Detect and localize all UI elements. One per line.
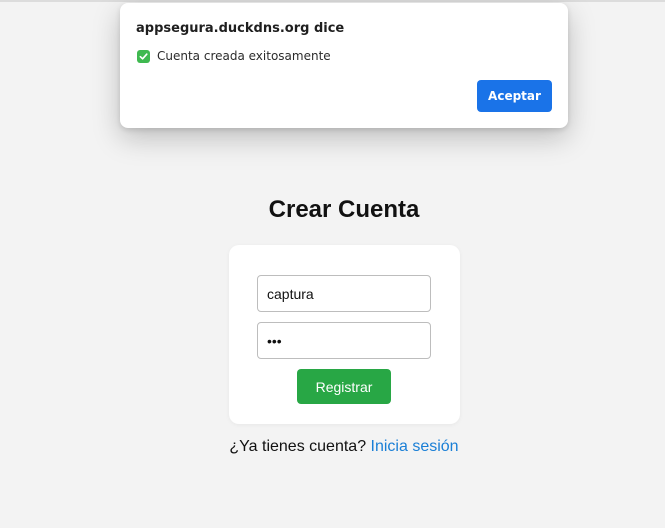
login-link[interactable]: Inicia sesión: [371, 438, 459, 455]
alert-dialog: appsegura.duckdns.org dice Cuenta creada…: [120, 3, 568, 128]
login-prompt: ¿Ya tienes cuenta? Inicia sesión: [0, 438, 665, 456]
register-card: Registrar: [229, 245, 460, 424]
window-top-border: [0, 0, 665, 2]
dialog-message-text: Cuenta creada exitosamente: [157, 49, 331, 63]
login-prompt-text: ¿Ya tienes cuenta?: [229, 438, 371, 455]
checkmark-icon: [137, 49, 150, 63]
register-button[interactable]: Registrar: [297, 369, 391, 404]
password-input[interactable]: [257, 322, 431, 359]
username-input[interactable]: [257, 275, 431, 312]
dialog-message: Cuenta creada exitosamente: [137, 49, 331, 63]
dialog-ok-button[interactable]: Aceptar: [477, 80, 552, 112]
page-title: Crear Cuenta: [268, 196, 420, 223]
dialog-title: appsegura.duckdns.org dice: [136, 21, 345, 36]
